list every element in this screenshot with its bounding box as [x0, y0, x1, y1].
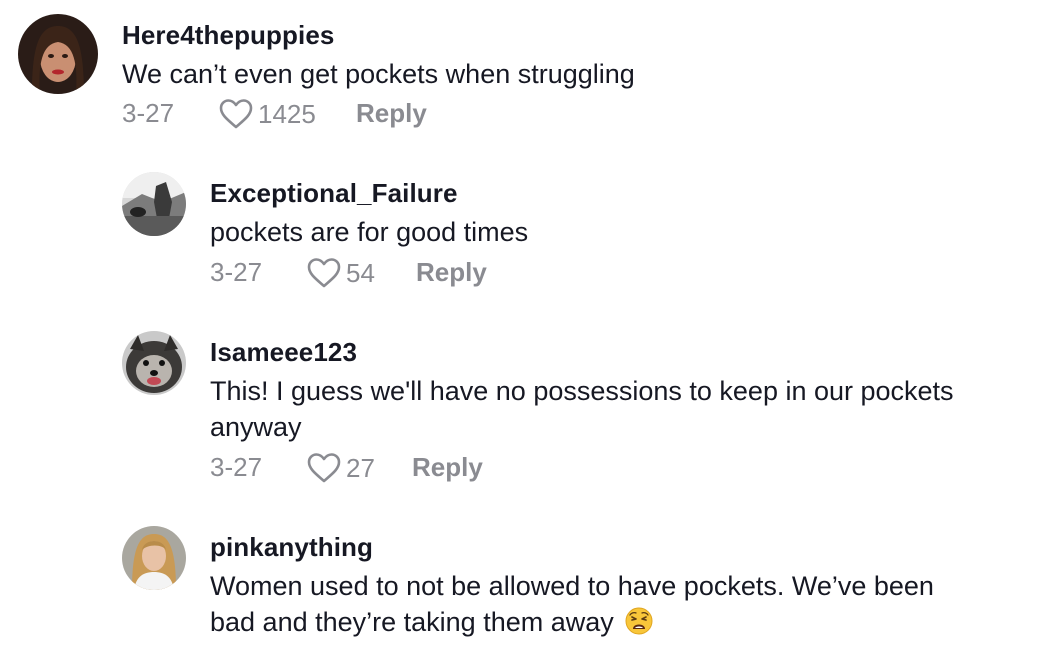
- heart-icon: [307, 453, 341, 483]
- avatar[interactable]: [122, 331, 186, 395]
- comment-username[interactable]: pinkanything: [210, 532, 373, 563]
- like-count: 1425: [258, 98, 316, 129]
- like-count: 54: [346, 257, 375, 288]
- profile-photo-icon: [122, 172, 186, 236]
- avatar[interactable]: [122, 526, 186, 590]
- comment-text-line: bad and they’re taking them away: [210, 607, 614, 637]
- comment-date: 3-27: [122, 98, 175, 128]
- like-count: 27: [346, 452, 375, 483]
- profile-photo-icon: [122, 526, 186, 590]
- comment-date: 3-27: [210, 452, 263, 482]
- profile-photo-icon: [122, 331, 186, 395]
- reply-button[interactable]: Reply: [416, 257, 487, 288]
- comment-text: pockets are for good times: [210, 217, 529, 247]
- like-button[interactable]: 1425: [218, 98, 316, 130]
- comment-date: 3-27: [210, 257, 263, 287]
- heart-icon: [219, 99, 253, 129]
- avatar[interactable]: [18, 14, 98, 94]
- profile-photo-icon: [18, 14, 98, 94]
- comment-username[interactable]: Exceptional_Failure: [210, 178, 458, 209]
- like-button[interactable]: 54: [306, 257, 375, 289]
- reply-button[interactable]: Reply: [356, 98, 427, 129]
- comment-text: We can’t even get pockets when strugglin…: [122, 59, 635, 89]
- comment-meta: 3-27 54 Reply: [210, 257, 610, 291]
- heart-icon: [307, 258, 341, 288]
- comment-meta: 3-27 27 Reply: [210, 452, 610, 486]
- reply-button[interactable]: Reply: [412, 452, 483, 483]
- comment-text: This! I guess we'll have no possessions …: [210, 376, 954, 406]
- comment-username[interactable]: Isameee123: [210, 337, 357, 368]
- weary-face-emoji-icon: [625, 607, 653, 635]
- avatar[interactable]: [122, 172, 186, 236]
- comment-text: bad and they’re taking them away: [210, 604, 653, 640]
- comment-text: Women used to not be allowed to have poc…: [210, 571, 934, 601]
- like-button[interactable]: 27: [306, 452, 375, 484]
- comment-username[interactable]: Here4thepuppies: [122, 20, 334, 51]
- comment-meta: 3-27 1425 Reply: [122, 98, 522, 132]
- comment-text: anyway: [210, 412, 302, 442]
